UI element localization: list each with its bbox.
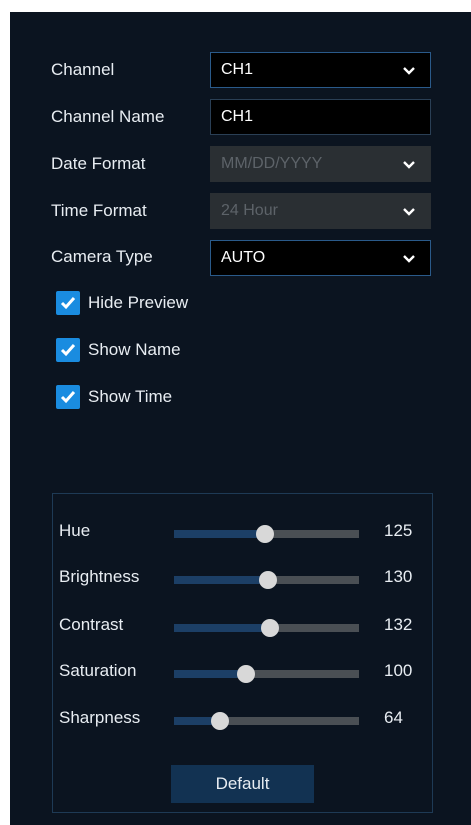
camera-type-label: Camera Type: [51, 247, 153, 266]
checkbox-checked-icon[interactable]: [56, 291, 80, 315]
date-format-select: MM/DD/YYYY: [210, 146, 431, 182]
hue-slider-knob[interactable]: [255, 525, 274, 543]
saturation-label: Saturation: [59, 661, 137, 680]
sharpness-slider-knob[interactable]: [211, 712, 230, 730]
checkbox-checked-icon[interactable]: [56, 385, 80, 409]
contrast-slider-knob[interactable]: [261, 619, 280, 637]
time-format-select: 24 Hour: [210, 193, 431, 229]
default-button[interactable]: Default: [171, 765, 314, 803]
saturation-value: 100: [384, 661, 413, 680]
brightness-slider[interactable]: [174, 571, 359, 589]
contrast-label: Contrast: [59, 615, 124, 634]
contrast-slider-fill: [174, 624, 271, 632]
contrast-value: 132: [384, 615, 413, 634]
chevron-down-icon: [403, 67, 415, 75]
show-name-checkbox[interactable]: Show Name: [56, 338, 181, 362]
camera-type-value: AUTO: [221, 249, 266, 266]
date-format-label: Date Format: [51, 154, 146, 173]
channel-select-value: CH1: [221, 61, 254, 78]
sharpness-slider[interactable]: [174, 712, 359, 730]
sharpness-value: 64: [384, 708, 403, 727]
brightness-value: 130: [384, 567, 413, 586]
channel-name-label: Channel Name: [51, 107, 165, 126]
brightness-label: Brightness: [59, 567, 140, 586]
saturation-slider[interactable]: [174, 665, 359, 683]
hide-preview-checkbox[interactable]: Hide Preview: [56, 291, 188, 315]
channel-select[interactable]: CH1: [210, 52, 431, 88]
hue-slider-fill: [174, 530, 265, 538]
date-format-value: MM/DD/YYYY: [221, 155, 323, 172]
saturation-slider-fill: [174, 670, 247, 678]
channel-label: Channel: [51, 60, 115, 79]
hue-label: Hue: [59, 521, 91, 540]
checkbox-checked-icon[interactable]: [56, 338, 80, 362]
hue-slider[interactable]: [174, 525, 359, 543]
chevron-down-icon: [403, 208, 415, 216]
contrast-slider[interactable]: [174, 619, 359, 637]
chevron-down-icon: [403, 255, 415, 263]
brightness-slider-knob[interactable]: [259, 571, 278, 589]
camera-type-select[interactable]: AUTO: [210, 240, 431, 276]
show-time-checkbox[interactable]: Show Time: [56, 385, 172, 409]
hue-value: 125: [384, 521, 413, 540]
channel-name-value: CH1: [221, 108, 254, 125]
saturation-slider-knob[interactable]: [237, 665, 256, 683]
time-format-label: Time Format: [51, 201, 147, 220]
image-settings-panel: Hue 125 Brightness 130 Contrast 132 Satu…: [52, 493, 433, 813]
show-name-label: Show Name: [88, 340, 181, 359]
sharpness-label: Sharpness: [59, 708, 141, 727]
time-format-value: 24 Hour: [221, 202, 278, 219]
chevron-down-icon: [403, 161, 415, 169]
channel-name-input[interactable]: CH1: [210, 99, 431, 135]
hide-preview-label: Hide Preview: [88, 293, 189, 312]
brightness-slider-fill: [174, 576, 269, 584]
channel-settings-screen: Channel CH1 Channel Name CH1 Date Format…: [10, 12, 471, 825]
show-time-label: Show Time: [88, 387, 173, 406]
